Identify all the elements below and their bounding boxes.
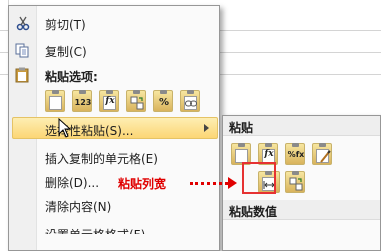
submenu-arrow-icon (204, 124, 209, 132)
percent-formula-label: %fx (287, 150, 305, 159)
menu-item-label: 复制(C) (45, 45, 87, 59)
mouse-cursor-icon (58, 117, 72, 141)
menu-item-label: 剪切(T) (45, 18, 86, 32)
paste-option-formulas[interactable]: fx (99, 90, 119, 112)
menu-item-label: 插入复制的单元格(E) (45, 152, 158, 166)
context-menu: 剪切(T) 复制(C) 粘贴选项: 123 fx % 选择性粘贴(S)... 插… (8, 5, 220, 251)
clipboard-icon (14, 67, 31, 83)
paste-header: 粘贴 (223, 116, 380, 136)
menu-item-insert-copied-cells[interactable]: 插入复制的单元格(E) (9, 146, 219, 168)
menu-item-paste-special[interactable]: 选择性粘贴(S)... (12, 117, 218, 139)
copy-icon (14, 42, 31, 58)
menu-item-cut[interactable]: 剪切(T) (9, 12, 219, 34)
paste-option-transpose[interactable] (126, 90, 146, 112)
menu-item-format-cells[interactable]: 设置单元格格式(F)... (9, 220, 219, 242)
values-label: 123 (74, 98, 92, 107)
submenu-keep-source-format-button[interactable] (312, 143, 332, 165)
paste-values-header: 粘贴数值 (223, 200, 380, 220)
paste-option-link[interactable] (180, 90, 200, 112)
paste-option-values[interactable]: 123 (72, 90, 92, 112)
callout-arrow-icon (228, 177, 237, 189)
scissors-icon (14, 15, 31, 31)
menu-item-label: 删除(D)... (45, 176, 100, 190)
highlight-box (242, 162, 276, 194)
transpose-icon (289, 177, 303, 191)
paste-option-formatting[interactable]: % (153, 90, 173, 112)
submenu-formulas-number-format-button[interactable]: %fx (285, 143, 305, 165)
formula-label: fx (105, 96, 115, 106)
submenu-transpose-button[interactable] (285, 171, 305, 193)
menu-item-delete[interactable]: 删除(D)... (9, 170, 219, 192)
menu-item-label: 设置单元格格式(F)... (45, 228, 157, 242)
formula-label: fx (264, 149, 274, 159)
paste-option-paste[interactable] (45, 90, 65, 112)
menu-item-label: 清除内容(N) (45, 200, 112, 214)
paste-options-header: 粘贴选项: (45, 70, 98, 84)
menu-item-clear-contents[interactable]: 清除内容(N) (9, 194, 219, 216)
menu-item-copy[interactable]: 复制(C) (9, 39, 219, 61)
percent-label: % (158, 97, 170, 108)
callout-dotted-line (190, 182, 228, 185)
paste-options-row: 粘贴选项: (9, 64, 219, 86)
callout-label: 粘贴列宽 (118, 177, 167, 191)
